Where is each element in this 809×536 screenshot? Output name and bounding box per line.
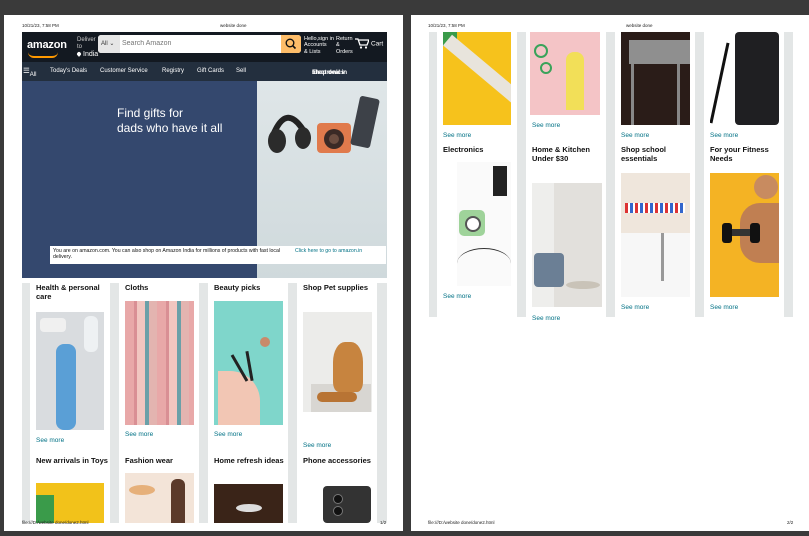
print-date: 10/21/23, 7:58 PM xyxy=(428,23,465,28)
see-more-link[interactable]: See more xyxy=(443,132,471,139)
see-more-link[interactable]: See more xyxy=(214,431,242,438)
see-more-link[interactable]: See more xyxy=(443,293,471,300)
hero-title: Find gifts for dads who have it all xyxy=(117,106,223,135)
card-electronics[interactable]: See more Electronics See more xyxy=(437,32,517,317)
print-page-2: 10/21/23, 7:58 PM website done See more … xyxy=(411,15,809,531)
top-nav: amazon Deliver to India All ⌄ Hello,sign… xyxy=(22,32,387,62)
print-path: file:///D:/website done/done2.html xyxy=(428,520,495,525)
hero-banner[interactable]: Find gifts for dads who have it all You … xyxy=(22,81,387,278)
see-more-link[interactable]: See more xyxy=(125,431,153,438)
deliver-to[interactable]: Deliver to India xyxy=(76,37,99,59)
electronics-image xyxy=(457,162,511,286)
see-more-link[interactable]: See more xyxy=(710,304,738,311)
fashion-image xyxy=(125,473,194,523)
deliver-country: India xyxy=(83,51,99,58)
see-more-link[interactable]: See more xyxy=(303,442,331,449)
card-health-personal-care[interactable]: Health & personal care See more New arri… xyxy=(30,283,110,523)
dog-image xyxy=(303,312,372,412)
see-more-link[interactable]: See more xyxy=(36,437,64,444)
card-home-kitchen[interactable]: See more Home & Kitchen Under $30 See mo… xyxy=(526,32,606,322)
headphones-camera-phone-image xyxy=(268,96,380,153)
returns-orders[interactable]: Return & Orders xyxy=(336,36,353,55)
school-supplies-image xyxy=(621,173,690,297)
sub-nav: ☰ All Today's Deals Customer Service Reg… xyxy=(22,62,387,81)
nav-item-customer-service[interactable]: Customer Service xyxy=(100,68,148,74)
card-title: Shop Pet supplies xyxy=(303,283,369,292)
card-title-toys[interactable]: New arrivals in Toys xyxy=(36,456,108,465)
phone-accessories-image xyxy=(303,484,372,523)
card-title: Electronics xyxy=(443,145,484,154)
deliver-to-label: to xyxy=(77,44,83,50)
search-bar: All ⌄ xyxy=(98,35,301,53)
card-title: For your Fitness Needs xyxy=(710,145,769,163)
nav-item-registry[interactable]: Registry xyxy=(162,68,184,74)
search-icon xyxy=(285,38,297,50)
top-image-4 xyxy=(710,32,779,125)
amazon-india-link[interactable]: Click here to go to amazon.in xyxy=(295,248,365,254)
all-menu-button[interactable]: ☰ All xyxy=(23,66,36,78)
search-input[interactable] xyxy=(122,37,272,50)
cloths-image xyxy=(125,301,194,425)
top-image-3 xyxy=(621,32,690,125)
print-page-number: 1/2 xyxy=(380,520,387,525)
print-page-number: 2/2 xyxy=(787,520,794,525)
fitness-image xyxy=(710,173,779,297)
top-image-1 xyxy=(443,32,511,125)
card-title: Home & Kitchen Under $30 xyxy=(532,145,590,163)
print-doc-title: website done xyxy=(626,23,653,28)
deliver-label: Deliver xyxy=(77,37,96,43)
print-page-1: 10/21/23, 7:58 PM website done amazon De… xyxy=(4,15,403,531)
card-title-fashion-wear[interactable]: Fashion wear xyxy=(125,456,173,465)
print-path: file:///D:/website done/done2.html xyxy=(22,520,89,525)
beauty-products-image xyxy=(214,301,283,425)
see-more-link[interactable]: See more xyxy=(621,132,649,139)
see-more-link[interactable]: See more xyxy=(532,315,560,322)
health-products-image xyxy=(36,312,104,430)
card-cloths[interactable]: Cloths See more Fashion wear xyxy=(119,283,199,523)
location-pin-icon xyxy=(76,51,82,57)
see-more-link[interactable]: See more xyxy=(621,304,649,311)
card-title: Cloths xyxy=(125,283,149,292)
home-kitchen-image xyxy=(532,183,602,307)
chevron-down-icon: ⌄ xyxy=(109,41,115,47)
card-title: Beauty picks xyxy=(214,283,261,292)
card-beauty-picks[interactable]: Beauty picks See more Home refresh ideas xyxy=(208,283,288,523)
region-notice-text: You are on amazon.com. You can also shop… xyxy=(53,248,281,260)
print-doc-title: website done xyxy=(220,23,247,28)
nav-item-todays-deals[interactable]: Today's Deals xyxy=(50,68,87,74)
toys-image xyxy=(36,483,104,523)
cart-icon xyxy=(355,38,370,49)
card-title-home-refresh[interactable]: Home refresh ideas xyxy=(214,456,284,465)
nav-item-sell[interactable]: Sell xyxy=(236,68,246,74)
amazon-logo[interactable]: amazon xyxy=(27,39,67,51)
card-title-phone-accessories[interactable]: Phone accessories xyxy=(303,456,371,465)
card-title: Health & personal care xyxy=(36,283,100,301)
card-pet-supplies[interactable]: Shop Pet supplies See more Phone accesso… xyxy=(297,283,377,523)
see-more-link[interactable]: See more xyxy=(532,122,560,129)
card-title: Shop school essentials xyxy=(621,145,666,163)
card-school-essentials[interactable]: See more Shop school essentials See more xyxy=(615,32,695,317)
print-date: 10/21/23, 7:58 PM xyxy=(22,23,59,28)
account-menu[interactable]: Hello,sign in Accounts & Lists xyxy=(304,36,334,55)
card-fitness[interactable]: See more For your Fitness Needs See more xyxy=(704,32,784,317)
home-refresh-image xyxy=(214,484,283,523)
top-image-2 xyxy=(530,32,600,115)
region-notice: You are on amazon.com. You can also shop… xyxy=(50,246,386,264)
search-category-select[interactable]: All ⌄ xyxy=(98,35,120,53)
cart-button[interactable]: Cart xyxy=(355,38,383,49)
amazon-smile-icon xyxy=(28,52,58,58)
nav-item-gift-cards[interactable]: Gift Cards xyxy=(197,68,224,74)
see-more-link[interactable]: See more xyxy=(710,132,738,139)
search-button[interactable] xyxy=(281,35,301,53)
